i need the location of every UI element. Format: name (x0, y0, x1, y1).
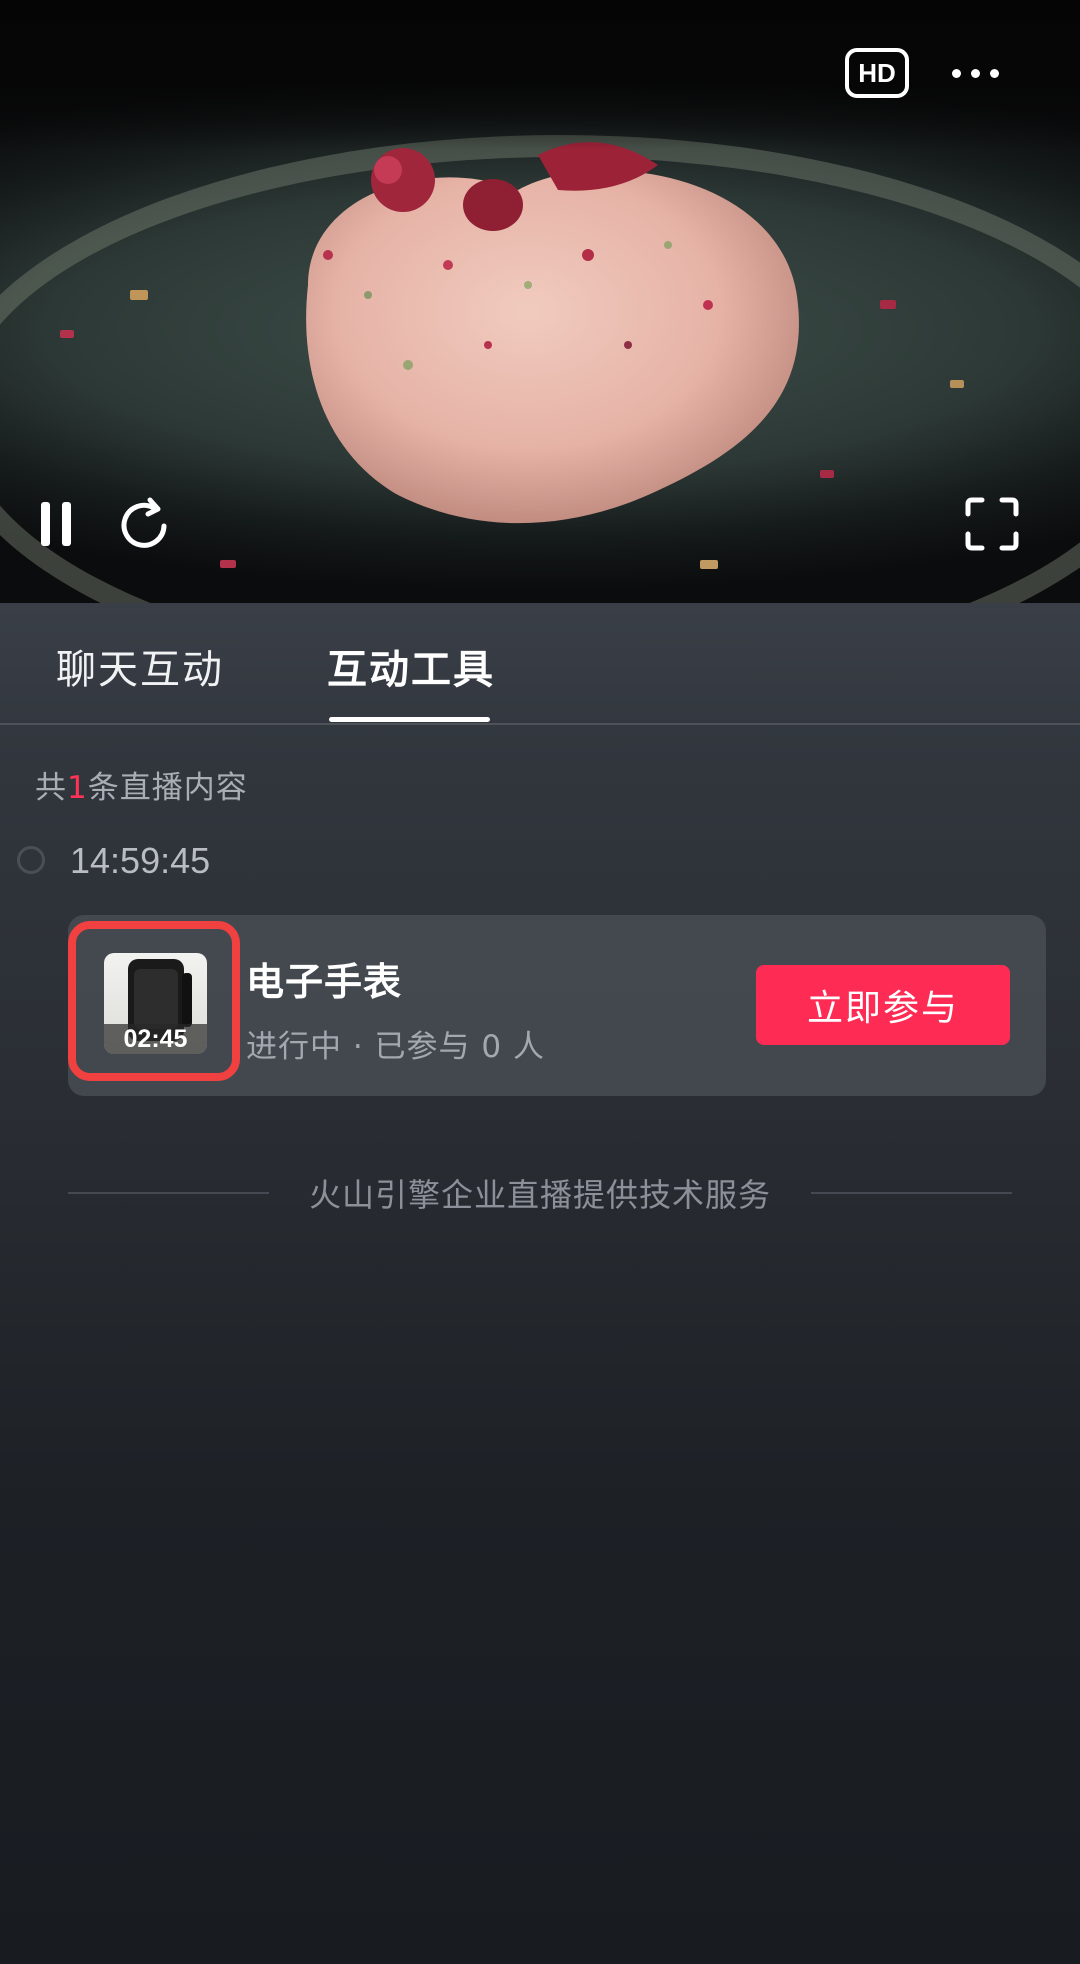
timestamp: 14:59:45 (70, 840, 211, 881)
count-value: 1 (67, 770, 88, 806)
petal-decoration (130, 290, 148, 300)
divider-right (811, 1192, 1013, 1194)
tab-interactive-tools[interactable]: 互动工具 (327, 637, 495, 695)
more-dots-icon[interactable] (945, 58, 1005, 88)
count-suffix: 条直播内容 (87, 770, 248, 806)
active-tab-indicator (329, 717, 490, 722)
interactive-item-card[interactable]: 02:45 电子手表 进行中 · 已参与 0 人 立即参与 (68, 915, 1046, 1096)
footer-credit: 火山引擎企业直播提供技术服务 (68, 1168, 1013, 1218)
petal-decoration (880, 300, 896, 309)
content-count: 共1条直播内容 (35, 762, 248, 807)
petal-decoration (950, 380, 964, 388)
hd-label: HD (858, 57, 896, 88)
fullscreen-icon[interactable] (962, 494, 1022, 554)
petal-decoration (60, 330, 74, 338)
dessert-image (306, 142, 799, 524)
petal-decoration (820, 470, 834, 478)
item-title: 电子手表 (246, 960, 403, 1004)
tab-chat-interaction[interactable]: 聊天互动 (56, 637, 224, 695)
item-status: 进行中 · 已参与 0 人 (246, 1029, 545, 1065)
app-screen: HD 聊天互动 互动工具 共1条直播内容 14:59:45 02:45 电子手表… (0, 0, 1080, 1964)
count-prefix: 共 (35, 770, 67, 806)
join-now-button[interactable]: 立即参与 (756, 965, 1010, 1045)
product-thumbnail[interactable]: 02:45 (104, 953, 207, 1054)
petal-decoration (220, 560, 236, 568)
tab-bar: 聊天互动 互动工具 (0, 603, 1080, 725)
petal-decoration (700, 560, 718, 569)
hd-quality-button[interactable]: HD (845, 48, 909, 98)
pause-icon[interactable] (36, 500, 76, 548)
refresh-icon[interactable] (116, 496, 176, 554)
video-top-shade (0, 0, 1080, 150)
countdown-timer: 02:45 (104, 1024, 207, 1054)
footer-text: 火山引擎企业直播提供技术服务 (309, 1176, 772, 1214)
divider-left (68, 1192, 269, 1194)
video-player[interactable]: HD (0, 0, 1080, 603)
timeline-dot-icon (17, 846, 45, 874)
